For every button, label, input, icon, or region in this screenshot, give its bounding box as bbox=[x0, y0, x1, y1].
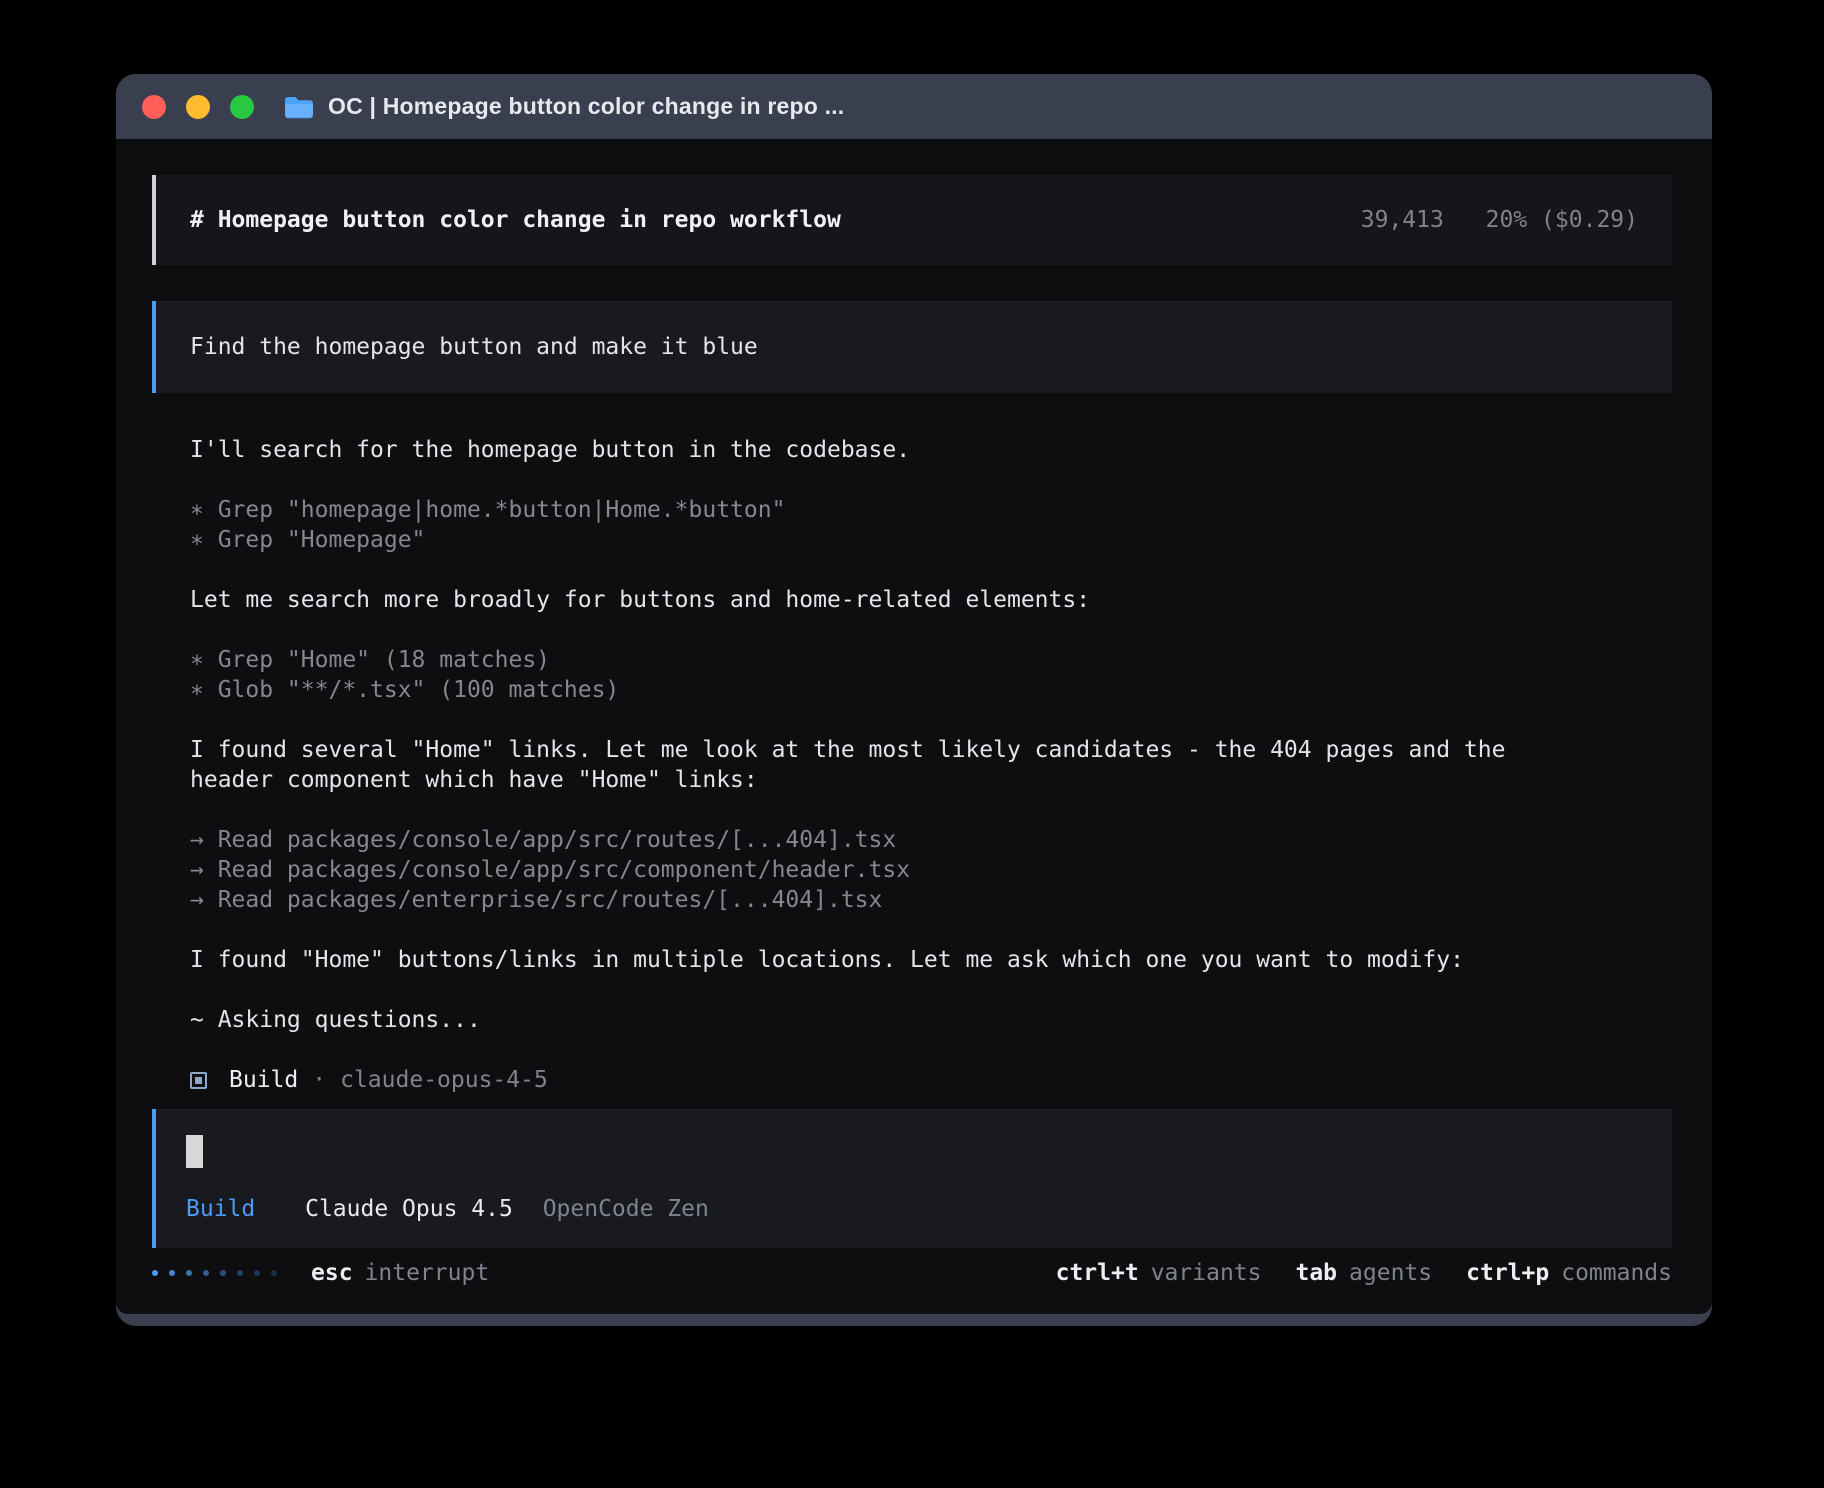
status-bar: esc interrupt ctrl+t variants tab agents c… bbox=[152, 1258, 1672, 1314]
tool-call-read: → Read packages/console/app/src/routes/[… bbox=[190, 825, 1672, 855]
session-stats: 39,413 20% ($0.29) bbox=[1333, 205, 1638, 235]
tool-call-grep: ∗ Grep "homepage|home.*button|Home.*butt… bbox=[190, 495, 1672, 525]
desktop-background: OC | Homepage button color change in rep… bbox=[0, 0, 1824, 1488]
window-titlebar[interactable]: OC | Homepage button color change in rep… bbox=[116, 74, 1712, 139]
shortcut-commands: ctrl+p commands bbox=[1466, 1258, 1672, 1288]
agent-status-line: Build · claude-opus-4-5 bbox=[190, 1065, 1672, 1095]
shortcut-label: agents bbox=[1349, 1260, 1432, 1286]
status-bar-left: esc interrupt bbox=[152, 1258, 489, 1288]
shortcut-key: ctrl+p bbox=[1466, 1260, 1549, 1286]
prompt-input[interactable]: Build Claude Opus 4.5 OpenCode Zen bbox=[152, 1109, 1672, 1248]
tool-call-group: ∗ Grep "Home" (18 matches) ∗ Glob "**/*.… bbox=[190, 645, 1672, 705]
zoom-button[interactable] bbox=[230, 95, 254, 119]
tool-call-group: → Read packages/console/app/src/routes/[… bbox=[190, 825, 1672, 915]
assistant-paragraph: I found "Home" buttons/links in multiple… bbox=[190, 945, 1672, 975]
agent-model: claude-opus-4-5 bbox=[340, 1065, 548, 1095]
session-header: # Homepage button color change in repo w… bbox=[152, 175, 1672, 265]
shortcut-agents: tab agents bbox=[1295, 1258, 1432, 1288]
terminal-window: OC | Homepage button color change in rep… bbox=[116, 74, 1712, 1326]
assistant-transcript: I'll search for the homepage button in t… bbox=[190, 435, 1672, 1095]
spinner-dots-icon bbox=[152, 1270, 277, 1276]
terminal-content: # Homepage button color change in repo w… bbox=[116, 139, 1712, 1314]
user-message-block: Find the homepage button and make it blu… bbox=[152, 301, 1672, 393]
shortcut-label: commands bbox=[1561, 1260, 1672, 1286]
assistant-paragraph: I'll search for the homepage button in t… bbox=[190, 435, 1672, 465]
esc-key-hint: esc bbox=[311, 1258, 353, 1288]
token-count: 39,413 bbox=[1361, 207, 1444, 233]
tool-call-grep: ∗ Grep "Home" (18 matches) bbox=[190, 645, 1672, 675]
context-usage: 20% ($0.29) bbox=[1486, 207, 1638, 233]
input-meta-row: Build Claude Opus 4.5 OpenCode Zen bbox=[186, 1194, 1642, 1224]
folder-icon bbox=[284, 95, 314, 119]
status-bar-right: ctrl+t variants tab agents ctrl+p commands bbox=[1022, 1258, 1672, 1288]
assistant-paragraph: Let me search more broadly for buttons a… bbox=[190, 585, 1672, 615]
shortcut-key: ctrl+t bbox=[1056, 1260, 1139, 1286]
tool-call-grep: ∗ Grep "Homepage" bbox=[190, 525, 1672, 555]
assistant-paragraph: I found several "Home" links. Let me loo… bbox=[190, 735, 1550, 795]
user-message-text: Find the homepage button and make it blu… bbox=[190, 334, 758, 360]
agent-separator: · bbox=[312, 1065, 326, 1095]
window-title: OC | Homepage button color change in rep… bbox=[328, 93, 844, 120]
agent-mode-label[interactable]: Build bbox=[186, 1196, 255, 1222]
provider-label: OpenCode Zen bbox=[543, 1196, 709, 1222]
assistant-working-status: ~ Asking questions... bbox=[190, 1005, 1672, 1035]
model-label[interactable]: Claude Opus 4.5 bbox=[305, 1196, 513, 1222]
shortcut-label: variants bbox=[1151, 1260, 1262, 1286]
tool-call-group: ∗ Grep "homepage|home.*button|Home.*butt… bbox=[190, 495, 1672, 555]
tool-call-read: → Read packages/console/app/src/componen… bbox=[190, 855, 1672, 885]
close-button[interactable] bbox=[142, 95, 166, 119]
minimize-button[interactable] bbox=[186, 95, 210, 119]
window-controls bbox=[142, 95, 254, 119]
tool-call-read: → Read packages/enterprise/src/routes/[.… bbox=[190, 885, 1672, 915]
tool-call-glob: ∗ Glob "**/*.tsx" (100 matches) bbox=[190, 675, 1672, 705]
agent-name: Build bbox=[229, 1065, 298, 1095]
session-title: # Homepage button color change in repo w… bbox=[190, 205, 841, 235]
esc-key-label: interrupt bbox=[365, 1258, 490, 1288]
shortcut-key: tab bbox=[1295, 1260, 1337, 1286]
shortcut-variants: ctrl+t variants bbox=[1056, 1258, 1262, 1288]
agent-icon bbox=[190, 1072, 207, 1089]
text-cursor bbox=[186, 1135, 203, 1168]
